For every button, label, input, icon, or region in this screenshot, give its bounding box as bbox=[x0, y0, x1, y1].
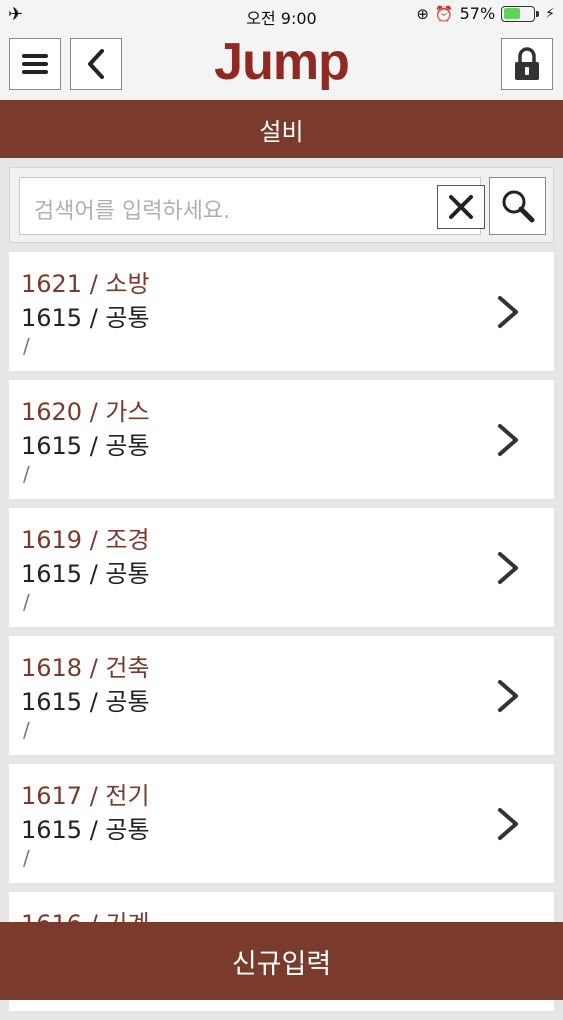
chevron-right-icon bbox=[498, 680, 518, 712]
search-placeholder: 검색어를 입력하세요. bbox=[34, 199, 231, 224]
item-title: 1617 / 전기 bbox=[21, 782, 150, 810]
status-right: ⊕ ⏰ 57% ⚡ bbox=[416, 4, 555, 23]
list-item[interactable]: 1621 / 소방 1615 / 공통 / bbox=[9, 252, 554, 371]
item-title: 1618 / 건축 bbox=[21, 654, 150, 682]
item-parent: 1615 / 공통 bbox=[21, 432, 150, 460]
page-title: 설비 bbox=[0, 100, 563, 158]
clear-button[interactable] bbox=[437, 185, 485, 229]
list-item[interactable]: 1618 / 건축 1615 / 공통 / bbox=[9, 636, 554, 755]
facility-list: 1621 / 소방 1615 / 공통 / 1620 / 가스 1615 / 공… bbox=[9, 252, 554, 1020]
app-header: Jump bbox=[0, 28, 563, 100]
item-parent: 1615 / 공통 bbox=[21, 304, 150, 332]
app-logo: Jump bbox=[214, 33, 350, 91]
chevron-right-icon bbox=[498, 424, 518, 456]
list-item[interactable]: 1620 / 가스 1615 / 공통 / bbox=[9, 380, 554, 499]
item-sub: / bbox=[23, 718, 30, 742]
lock-icon bbox=[515, 47, 539, 80]
chevron-right-icon bbox=[498, 552, 518, 584]
item-sub: / bbox=[23, 462, 30, 486]
item-title: 1621 / 소방 bbox=[21, 270, 150, 298]
search-icon bbox=[502, 190, 534, 223]
lock-button[interactable] bbox=[501, 38, 553, 90]
item-sub: / bbox=[23, 334, 30, 358]
search-bar: 검색어를 입력하세요. bbox=[9, 167, 554, 243]
rotation-lock-icon: ⊕ bbox=[416, 4, 429, 23]
item-title: 1619 / 조경 bbox=[21, 526, 150, 554]
search-button[interactable] bbox=[489, 177, 546, 235]
chevron-right-icon bbox=[498, 808, 518, 840]
item-parent: 1615 / 공통 bbox=[21, 688, 150, 716]
search-input[interactable]: 검색어를 입력하세요. bbox=[19, 177, 485, 235]
new-entry-button[interactable]: 신규입력 bbox=[0, 922, 563, 1000]
item-parent: 1615 / 공통 bbox=[21, 560, 150, 588]
alarm-icon: ⏰ bbox=[434, 4, 454, 23]
chevron-right-icon bbox=[498, 296, 518, 328]
item-parent: 1615 / 공통 bbox=[21, 816, 150, 844]
item-sub: / bbox=[23, 846, 30, 870]
status-bar: ✈ 오전 9:00 ⊕ ⏰ 57% ⚡ bbox=[0, 0, 563, 28]
item-sub: / bbox=[23, 590, 30, 614]
list-item[interactable]: 1619 / 조경 1615 / 공통 / bbox=[9, 508, 554, 627]
battery-icon bbox=[501, 5, 540, 22]
battery-percent: 57% bbox=[459, 4, 496, 23]
item-title: 1620 / 가스 bbox=[21, 398, 150, 426]
list-item[interactable]: 1617 / 전기 1615 / 공통 / bbox=[9, 764, 554, 883]
charging-icon: ⚡ bbox=[545, 5, 555, 22]
close-icon bbox=[449, 195, 473, 219]
